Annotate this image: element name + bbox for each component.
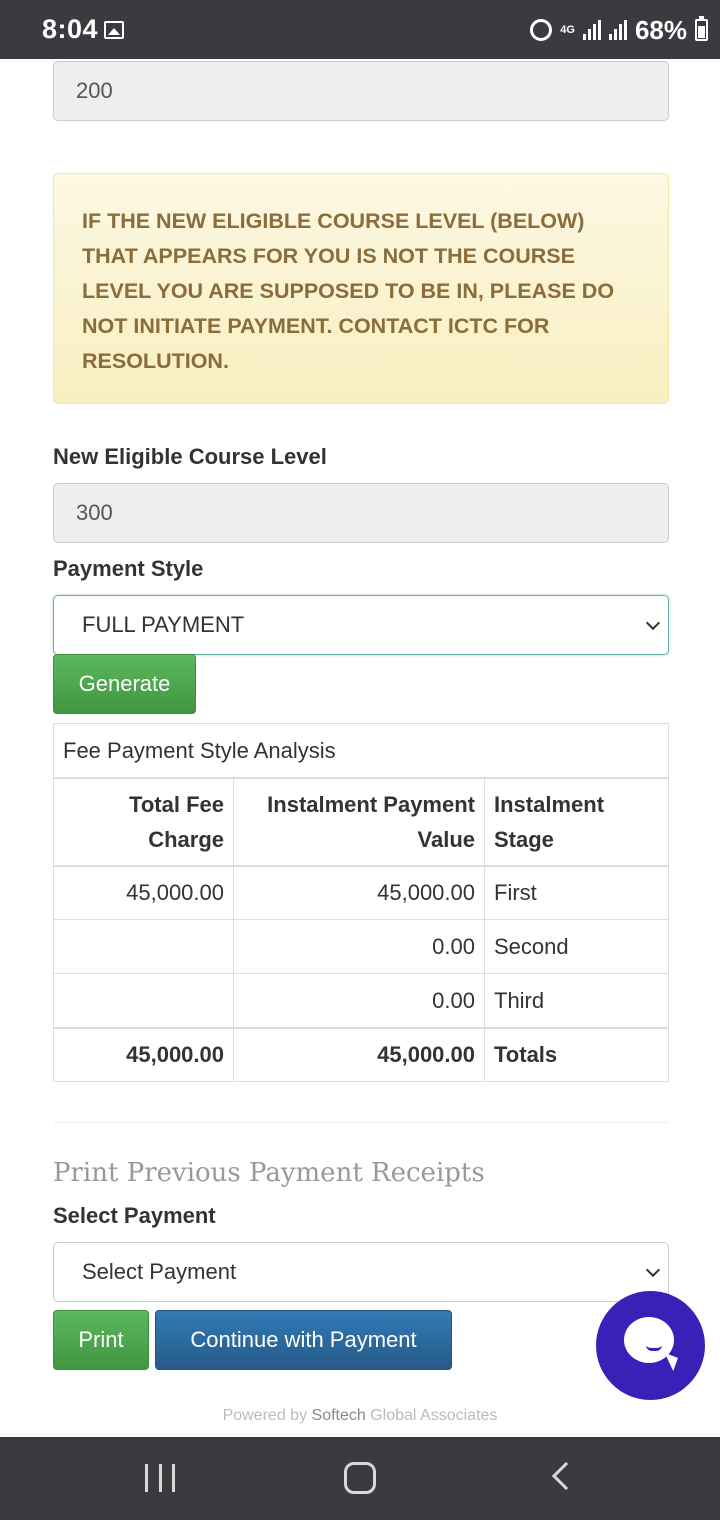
gallery-icon bbox=[104, 21, 124, 39]
instalment-value-sum: 45,000.00 bbox=[233, 1026, 485, 1082]
back-icon[interactable] bbox=[551, 1461, 581, 1491]
alarm-icon bbox=[530, 19, 553, 41]
chevron-down-icon bbox=[645, 615, 661, 631]
cell-instalment-value: 45,000.00 bbox=[233, 865, 485, 920]
header-instalment-stage: Instalment Stage bbox=[484, 777, 669, 867]
header-total-fee: Total Fee Charge bbox=[53, 777, 234, 867]
cell-instalment-value: 0.00 bbox=[233, 919, 485, 974]
status-time: 8:04 bbox=[42, 14, 99, 44]
cell-total-fee bbox=[53, 973, 234, 1028]
new-level-field: 300 bbox=[53, 483, 669, 543]
current-level-field: 200 bbox=[53, 61, 669, 121]
select-payment-label: Select Payment bbox=[53, 1203, 216, 1228]
signal-icon bbox=[582, 20, 601, 40]
footer-brand-softech[interactable]: Softech bbox=[312, 1407, 366, 1424]
table-caption: Fee Payment Style Analysis bbox=[53, 723, 669, 779]
status-icons: 4G 68% bbox=[530, 12, 708, 48]
footer-prefix: Powered by bbox=[222, 1407, 312, 1424]
totals-label: Totals bbox=[484, 1026, 669, 1082]
footer-brand-rest: Global Associates bbox=[365, 1407, 498, 1424]
chat-widget-button[interactable] bbox=[596, 1291, 705, 1400]
battery-icon bbox=[695, 16, 708, 41]
footer: Powered by Softech Global Associates bbox=[0, 1407, 720, 1425]
fee-analysis-table: Fee Payment Style Analysis Total Fee Cha… bbox=[53, 723, 669, 1082]
print-button[interactable]: Print bbox=[53, 1310, 149, 1370]
continue-payment-button[interactable]: Continue with Payment bbox=[155, 1310, 452, 1370]
totals-row: 45,000.00 45,000.00 Totals bbox=[53, 1026, 669, 1082]
network-type: 4G bbox=[560, 23, 575, 36]
select-payment-dropdown[interactable]: Select Payment bbox=[53, 1242, 669, 1302]
cell-stage: First bbox=[484, 865, 669, 920]
table-row: 0.00 Second bbox=[53, 919, 669, 974]
cell-stage: Third bbox=[484, 973, 669, 1028]
signal-icon-2 bbox=[608, 20, 627, 40]
section-divider bbox=[53, 1122, 669, 1123]
payment-style-label: Payment Style bbox=[53, 556, 204, 581]
table-row: 45,000.00 45,000.00 First bbox=[53, 865, 669, 920]
home-icon[interactable] bbox=[344, 1462, 376, 1494]
recent-apps-icon[interactable] bbox=[145, 1464, 175, 1492]
payment-style-select[interactable]: FULL PAYMENT bbox=[53, 595, 669, 655]
chat-icon bbox=[624, 1317, 674, 1363]
warning-alert: IF THE NEW ELIGIBLE COURSE LEVEL (BELOW)… bbox=[53, 173, 669, 404]
total-fee-sum: 45,000.00 bbox=[53, 1026, 234, 1082]
payment-style-value: FULL PAYMENT bbox=[82, 612, 245, 637]
table-row: 0.00 Third bbox=[53, 973, 669, 1028]
generate-button[interactable]: Generate bbox=[53, 654, 196, 714]
header-instalment-value: Instalment Payment Value bbox=[233, 777, 485, 867]
receipts-title: Print Previous Payment Receipts bbox=[53, 1158, 485, 1188]
cell-instalment-value: 0.00 bbox=[233, 973, 485, 1028]
cell-total-fee: 45,000.00 bbox=[53, 865, 234, 920]
chevron-down-icon bbox=[645, 1262, 661, 1278]
new-level-label: New Eligible Course Level bbox=[53, 444, 327, 469]
battery-percent: 68% bbox=[634, 14, 687, 45]
cell-total-fee bbox=[53, 919, 234, 974]
cell-stage: Second bbox=[484, 919, 669, 974]
status-bar: 8:04 4G 68% bbox=[0, 0, 720, 59]
android-nav-bar bbox=[0, 1437, 720, 1520]
select-payment-value: Select Payment bbox=[82, 1259, 237, 1284]
